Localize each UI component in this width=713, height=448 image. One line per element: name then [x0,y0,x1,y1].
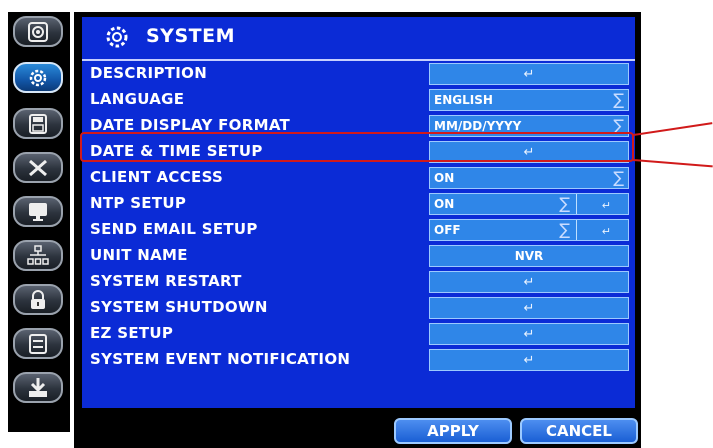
system-panel: SYSTEM DESCRIPTION ↵ LANGUAGE ENGLISH ∑ … [74,12,641,448]
security-menu-button[interactable] [13,284,63,315]
select-arrow-icon: ∑ [559,220,570,239]
row-label: SEND EMAIL SETUP [90,220,258,238]
settings-row: SYSTEM EVENT NOTIFICATION ↵ [82,347,635,373]
settings-row: CLIENT ACCESS ON ∑ [82,165,635,191]
ntp-setup-select[interactable]: ON ∑ ↵ [429,193,629,215]
display-menu-button[interactable] [13,196,63,227]
sidebar-menu [8,12,70,432]
gear-icon [106,26,128,48]
monitor-icon [29,202,47,221]
select-value: ENGLISH [434,93,493,107]
unit-name-value: NVR [514,249,544,263]
row-label: SYSTEM SHUTDOWN [90,298,268,316]
tools-icon [29,159,47,176]
camera-icon [28,21,48,42]
row-label: EZ SETUP [90,324,174,342]
enter-icon: ↵ [523,326,535,342]
select-value: OFF [434,223,461,237]
record-menu-button[interactable] [13,108,63,139]
settings-row: SYSTEM SHUTDOWN ↵ [82,295,635,321]
language-select[interactable]: ENGLISH ∑ [429,89,629,111]
callout-line [633,122,713,136]
download-icon [29,377,47,397]
settings-row: EZ SETUP ↵ [82,321,635,347]
page-title: SYSTEM [146,25,235,47]
select-arrow-icon: ∑ [559,194,570,213]
settings-row: LANGUAGE ENGLISH ∑ [82,87,635,113]
network-menu-button[interactable] [13,240,63,271]
enter-icon: ↵ [523,274,535,290]
apply-button[interactable]: APPLY [394,418,512,444]
callout-line [632,159,713,168]
network-icon [27,244,49,265]
enter-icon[interactable]: ↵ [602,199,611,212]
title-bar: SYSTEM [82,17,635,61]
unit-name-field[interactable]: NVR [429,245,629,267]
row-label: LANGUAGE [90,90,185,108]
divider [576,194,577,214]
system-shutdown-button[interactable]: ↵ [429,297,629,319]
settings-row: UNIT NAME NVR [82,243,635,269]
select-value: ON [434,171,455,185]
settings-row: SYSTEM RESTART ↵ [82,269,635,295]
lock-icon [31,289,45,309]
save-icon [29,113,47,134]
enter-icon: ↵ [523,66,535,82]
export-menu-button[interactable] [13,372,63,403]
ez-setup-button[interactable]: ↵ [429,323,629,345]
enter-icon[interactable]: ↵ [602,225,611,238]
system-event-notification-button[interactable]: ↵ [429,349,629,371]
highlight-annotation [80,132,634,162]
tools-menu-button[interactable] [13,152,63,183]
row-label: UNIT NAME [90,246,188,264]
settings-row: DESCRIPTION ↵ [82,61,635,87]
settings-row: SEND EMAIL SETUP OFF ∑ ↵ [82,217,635,243]
select-arrow-icon: ∑ [613,90,624,109]
settings-list: DESCRIPTION ↵ LANGUAGE ENGLISH ∑ DATE DI… [82,61,635,408]
system-restart-button[interactable]: ↵ [429,271,629,293]
storage-icon [29,333,47,354]
divider [576,220,577,240]
client-access-select[interactable]: ON ∑ [429,167,629,189]
storage-menu-button[interactable] [13,328,63,359]
select-arrow-icon: ∑ [613,168,624,187]
row-label: SYSTEM EVENT NOTIFICATION [90,350,351,368]
system-menu-button[interactable] [13,62,63,93]
enter-icon: ↵ [523,352,535,368]
select-value: MM/DD/YYYY [434,119,522,133]
select-value: ON [434,197,455,211]
settings-row: NTP SETUP ON ∑ ↵ [82,191,635,217]
row-label: NTP SETUP [90,194,187,212]
row-label: SYSTEM RESTART [90,272,242,290]
row-label: DESCRIPTION [90,64,208,82]
gear-icon [29,69,47,86]
cancel-button[interactable]: CANCEL [520,418,638,444]
description-button[interactable]: ↵ [429,63,629,85]
enter-icon: ↵ [523,300,535,316]
camera-menu-button[interactable] [13,16,63,47]
send-email-setup-select[interactable]: OFF ∑ ↵ [429,219,629,241]
row-label: CLIENT ACCESS [90,168,224,186]
